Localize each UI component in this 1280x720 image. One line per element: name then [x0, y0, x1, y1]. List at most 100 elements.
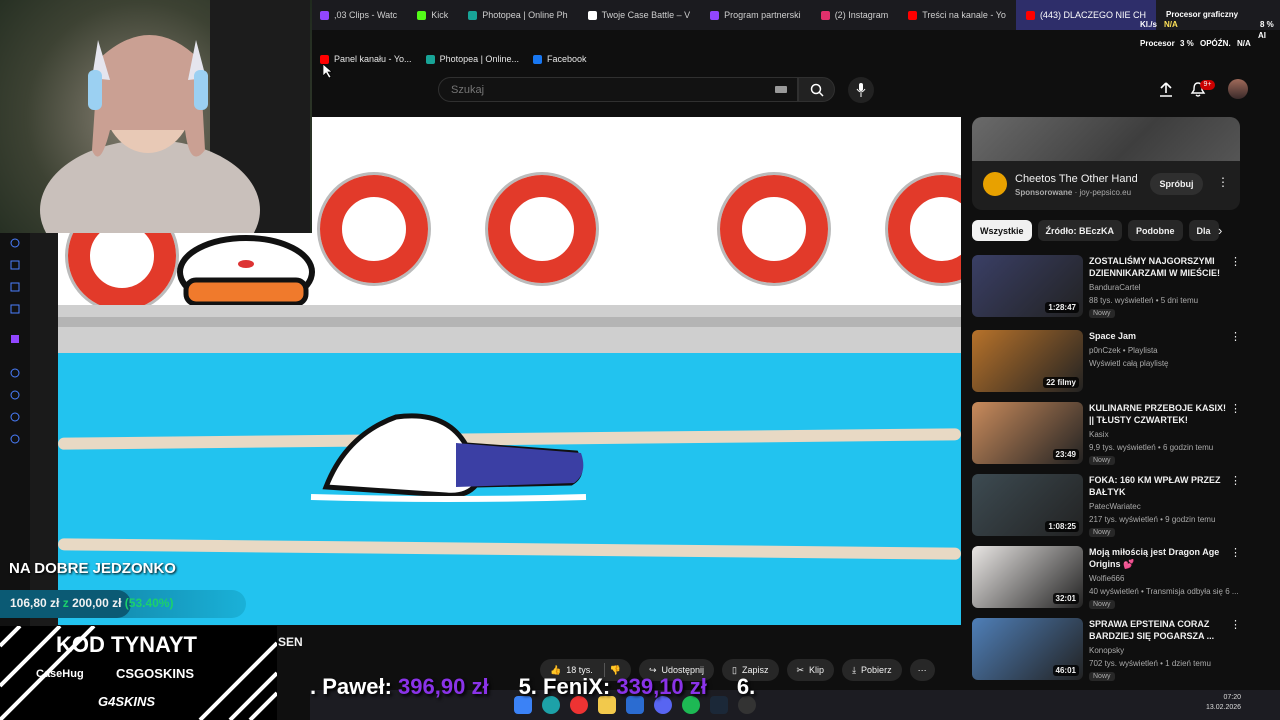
filter-chip[interactable]: Źródło: BEczKA	[1037, 220, 1123, 241]
tab-label: Kick	[431, 10, 449, 20]
ad-subtitle: Sponsorowane · joy-pepsico.eu	[1015, 188, 1132, 197]
video-thumbnail[interactable]: 1:28:47	[972, 255, 1083, 317]
recommendation-title[interactable]: Moją miłością jest Dragon Age Origins 💕	[1089, 546, 1229, 570]
duration-badge: 46:01	[1052, 665, 1079, 676]
recommendation-channel[interactable]: p0nCzek • Playlista	[1089, 346, 1158, 355]
clip-button[interactable]: ✂ Klip	[786, 659, 835, 681]
video-thumbnail[interactable]: 23:49	[972, 402, 1083, 464]
bookmark-item[interactable]: Facebook	[532, 54, 587, 64]
keyboard-icon[interactable]	[775, 86, 787, 93]
tab-favicon-icon	[1025, 10, 1035, 20]
browser-tab[interactable]: Twoje Case Battle – V	[578, 0, 701, 30]
recommendation-title[interactable]: SPRAWA EPSTEINA CORAZ BARDZIEJ SIĘ POGAR…	[1089, 618, 1229, 642]
more-horizontal-icon: ⋯	[917, 664, 927, 675]
duration-badge: 1:08:25	[1045, 521, 1079, 532]
lifebuoy	[888, 175, 961, 283]
video-thumbnail[interactable]: 1:08:25	[972, 474, 1083, 536]
goal-target: 200,00 zł	[72, 596, 122, 610]
more-actions-button[interactable]: ⋯	[909, 659, 935, 681]
more-options-icon[interactable]: ⋮	[1230, 330, 1241, 343]
browser-tab[interactable]: Kick	[407, 0, 458, 30]
avatar[interactable]	[1228, 79, 1248, 99]
recommendation-item[interactable]: 1:08:25 FOKA: 160 KM WPŁAW PRZEZ BAŁTYK Pa…	[972, 474, 1242, 538]
tab-favicon-icon	[417, 10, 427, 20]
search-input[interactable]	[438, 77, 798, 102]
video-thumbnail[interactable]: 22 filmy	[972, 330, 1083, 392]
recommendation-item[interactable]: 23:49 KULINARNE PRZEBOJE KASIX! || TŁUSTY…	[972, 402, 1242, 466]
cpu-value: 3 %	[1180, 39, 1194, 48]
ad-banner-image	[972, 117, 1240, 161]
recommendation-item[interactable]: 32:01 Moją miłością jest Dragon Age Origi…	[972, 546, 1242, 610]
filter-chip[interactable]: Wszystkie	[972, 220, 1032, 241]
browser-tab[interactable]: (2) Instagram	[811, 0, 899, 30]
more-options-icon[interactable]: ⋮	[1217, 175, 1229, 189]
more-options-icon[interactable]: ⋮	[1230, 474, 1241, 487]
system-clock[interactable]: 07:20 13.02.2026	[1206, 693, 1241, 713]
duration-badge: 1:28:47	[1045, 302, 1079, 313]
screen: ,03 Clips - Watc Kick Photopea | Online Ph…	[0, 0, 1280, 720]
ad-sponsored-label: Sponsorowane	[1015, 188, 1073, 197]
filter-chip[interactable]: Podobne	[1128, 220, 1183, 241]
fps-value: N/A	[1164, 20, 1178, 29]
ad-cta-button[interactable]: Spróbuj	[1150, 173, 1203, 195]
more-options-icon[interactable]: ⋮	[1230, 402, 1241, 415]
voice-search-button[interactable]	[848, 77, 874, 103]
tab-label: Program partnerski	[724, 10, 801, 20]
lifebuoy	[488, 175, 596, 283]
goal-percent: (53.40%)	[124, 596, 174, 610]
download-button[interactable]: ⤓ Pobierz	[842, 659, 902, 681]
sponsor-code-panel: KOD TYNAYT CaseHug CSGOSKINS G4SKINS	[0, 626, 277, 720]
browser-tab[interactable]: Treści na kanale - Yo	[898, 0, 1016, 30]
recommendation-title[interactable]: FOKA: 160 KM WPŁAW PRZEZ BAŁTYK	[1089, 474, 1229, 498]
filter-chip[interactable]: Dla	[1188, 220, 1219, 241]
clip-label: Klip	[809, 665, 825, 675]
tab-label: Photopea | Online Ph	[482, 10, 568, 20]
more-options-icon[interactable]: ⋮	[1230, 618, 1241, 631]
download-icon: ⤓	[852, 664, 857, 675]
pool-edge	[58, 305, 961, 353]
recommendation-channel[interactable]: Kasix	[1089, 430, 1109, 439]
donation-goal-title: NA DOBRE JEDZONKO	[9, 560, 176, 577]
more-options-icon[interactable]: ⋮	[1230, 546, 1241, 559]
chevron-right-icon[interactable]: ›	[1218, 223, 1222, 238]
more-options-icon[interactable]: ⋮	[1230, 255, 1241, 268]
new-badge: Nowy	[1089, 600, 1115, 609]
bookmark-item[interactable]: Photopea | Online...	[425, 54, 519, 64]
duration-badge: 23:49	[1052, 449, 1079, 460]
sponsored-ad-card[interactable]: Cheetos The Other Hand Sponsorowane · jo…	[972, 117, 1240, 210]
donor-entry: 5. FeniX: 339,10 zł	[519, 674, 707, 700]
upload-icon[interactable]	[1158, 81, 1174, 98]
lifebuoy	[320, 175, 428, 283]
bookmark-item[interactable]: Panel kanału - Yo...	[320, 54, 412, 64]
recommendation-title[interactable]: ZOSTALIŚMY NAJGORSZYMI DZIENNIKARZAMI W …	[1089, 255, 1229, 279]
search-button[interactable]	[798, 77, 835, 102]
download-label: Pobierz	[861, 665, 892, 675]
gpu-label: Procesor graficzny	[1166, 10, 1239, 19]
donor-entry: 6.	[737, 674, 755, 700]
recommendation-title[interactable]: Space Jam	[1089, 330, 1229, 342]
top-donors-ticker: . Paweł: 396,90 zł 5. FeniX: 339,10 zł 6.	[310, 674, 755, 700]
recommendation-channel[interactable]: BanduraCartel	[1089, 283, 1141, 292]
donor-amount: 339,10 zł	[616, 674, 707, 699]
recommendation-item[interactable]: 22 filmy Space Jam p0nCzek • Playlista Wyśw…	[972, 330, 1242, 394]
recommendation-channel[interactable]: PatecWariatec	[1089, 502, 1141, 511]
video-thumbnail[interactable]: 46:01	[972, 618, 1083, 680]
recommendation-item[interactable]: 1:28:47 ZOSTALIŚMY NAJGORSZYMI DZIENNIKAR…	[972, 255, 1242, 319]
clock-time: 07:20	[1223, 694, 1242, 701]
gpu-value: 8 %	[1260, 20, 1274, 29]
recommendation-channel[interactable]: Konopsky	[1089, 646, 1124, 655]
recommendation-item[interactable]: 46:01 SPRAWA EPSTEINA CORAZ BARDZIEJ SIĘ …	[972, 618, 1242, 682]
microphone-icon	[856, 83, 866, 97]
new-badge: Nowy	[1089, 672, 1115, 681]
browser-tab[interactable]: Photopea | Online Ph	[458, 0, 577, 30]
channel-name-fragment: SEN	[278, 635, 303, 649]
mouse-cursor-icon	[323, 64, 333, 78]
donor-name: 6.	[736, 674, 756, 699]
browser-tab[interactable]: Program partnerski	[700, 0, 811, 30]
video-thumbnail[interactable]: 32:01	[972, 546, 1083, 608]
tab-label: (2) Instagram	[834, 10, 889, 20]
donor-entry: . Paweł: 396,90 zł	[310, 674, 489, 700]
browser-tab[interactable]: ,03 Clips - Watc	[310, 0, 407, 30]
recommendation-channel[interactable]: Wolfie666	[1089, 574, 1124, 583]
recommendation-title[interactable]: KULINARNE PRZEBOJE KASIX! || TŁUSTY CZWA…	[1089, 402, 1229, 426]
